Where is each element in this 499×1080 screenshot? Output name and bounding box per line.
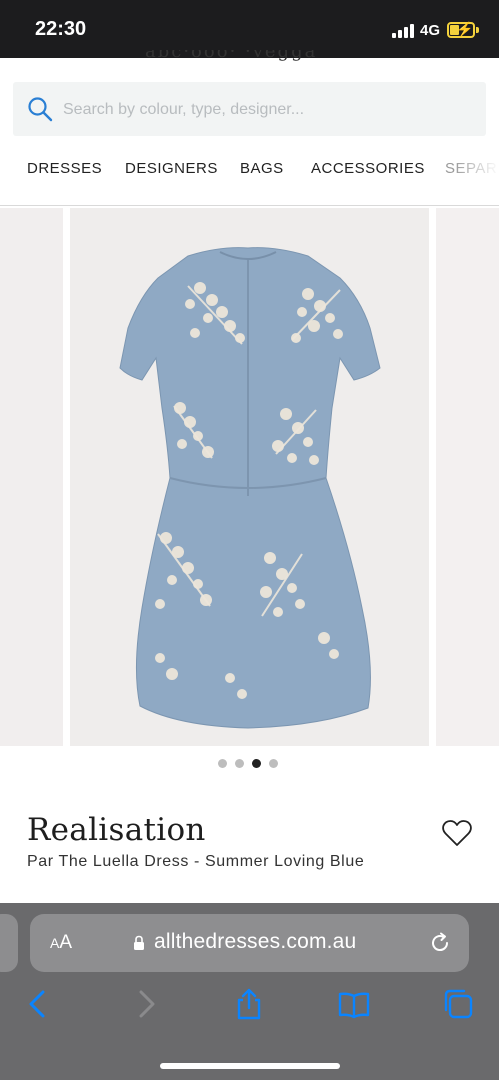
nav-item-designers[interactable]: DESIGNERS (125, 160, 218, 177)
network-label: 4G (420, 22, 441, 39)
nav-item-dresses[interactable]: DRESSES (27, 160, 102, 177)
search-bar[interactable]: Search by colour, type, designer... (13, 82, 486, 136)
status-time: 22:30 (35, 18, 87, 40)
lock-icon (134, 935, 144, 950)
search-icon (28, 97, 53, 122)
search-input[interactable]: Search by colour, type, designer... (63, 101, 304, 119)
product-name: Par The Luella Dress - Summer Loving Blu… (27, 853, 365, 870)
previous-tab-edge[interactable] (0, 914, 18, 972)
carousel-dot-4[interactable] (269, 759, 278, 768)
text-size-button[interactable]: AA (50, 932, 72, 954)
cellular-signal-icon (392, 24, 414, 38)
page: 22:30 4G ⚡ abc·ooo· ·vegga Search by col… (0, 0, 499, 1080)
nav-item-accessories[interactable]: ACCESSORIES (311, 160, 425, 177)
carousel-slide-previous[interactable] (0, 208, 63, 746)
bookmarks-icon[interactable] (338, 988, 370, 1020)
nav-fade (454, 160, 499, 182)
site-logo[interactable]: abc·ooo· ·vegga (145, 50, 355, 62)
product-image-carousel[interactable] (0, 206, 499, 746)
product-designer[interactable]: Realisation (27, 812, 206, 848)
dress-back-photo[interactable] (70, 208, 429, 746)
back-icon[interactable] (22, 988, 54, 1020)
url-text[interactable]: allthedresses.com.au (154, 930, 356, 954)
carousel-dot-2[interactable] (235, 759, 244, 768)
battery-charging-icon: ⚡ (447, 21, 475, 38)
carousel-dot-3[interactable] (252, 759, 261, 768)
heart-icon[interactable] (442, 819, 472, 847)
battery-cap (476, 27, 479, 33)
share-icon[interactable] (233, 988, 265, 1020)
reload-icon[interactable] (428, 931, 452, 955)
home-indicator[interactable] (160, 1063, 340, 1069)
address-bar[interactable]: AA allthedresses.com.au (30, 914, 469, 972)
carousel-slide-next[interactable] (436, 208, 499, 746)
nav-item-bags[interactable]: BAGS (240, 160, 284, 177)
forward-icon[interactable] (130, 988, 162, 1020)
category-nav: DRESSES DESIGNERS BAGS ACCESSORIES SEPAR (0, 160, 499, 182)
tabs-icon[interactable] (442, 988, 474, 1020)
carousel-pagination (218, 759, 282, 769)
carousel-dot-1[interactable] (218, 759, 227, 768)
